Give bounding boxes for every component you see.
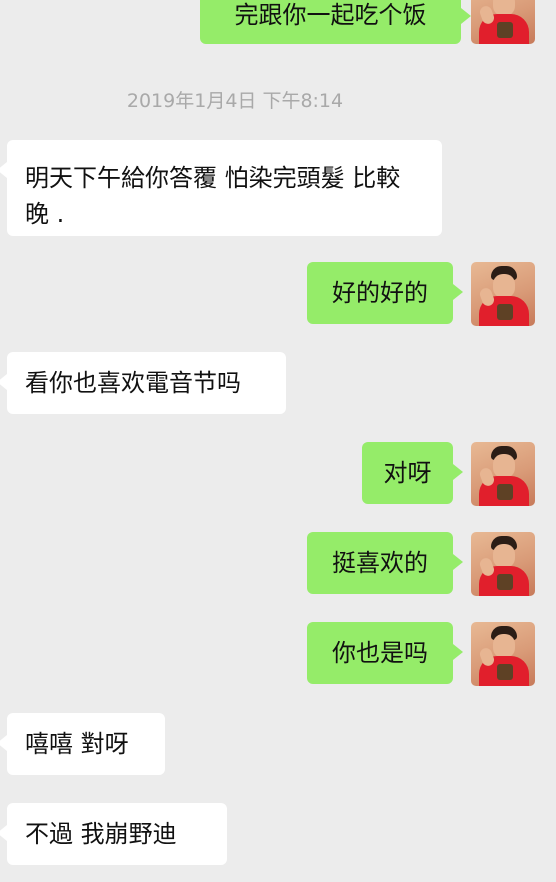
- message-text: 挺喜欢的: [332, 549, 428, 577]
- message-text: 好的好的: [332, 279, 428, 307]
- user-avatar[interactable]: [471, 622, 535, 686]
- message-text: 看你也喜欢電音节吗: [25, 369, 241, 397]
- avatar-face: [493, 634, 515, 658]
- incoming-message[interactable]: 明天下午給你答覆 怕染完頭髮 比較晚 .: [0, 140, 442, 236]
- outgoing-message[interactable]: 完跟你一起吃个饭: [200, 0, 471, 44]
- avatar-shirt-print: [497, 484, 513, 500]
- avatar-face: [493, 274, 515, 298]
- outgoing-message[interactable]: 你也是吗: [307, 622, 463, 684]
- incoming-message[interactable]: 看你也喜欢電音节吗: [0, 352, 286, 414]
- message-text: 明天下午給你答覆 怕染完頭髮 比較晚 .: [25, 164, 401, 228]
- message-text: 完跟你一起吃个饭: [234, 1, 427, 29]
- avatar-shirt-print: [497, 574, 513, 590]
- chat-window[interactable]: 完跟你一起吃个饭 2019年1月4日 下午8:14 明天下午給你答覆 怕染完頭髮…: [0, 0, 556, 882]
- message-timestamp: 2019年1月4日 下午8:14: [126, 90, 344, 112]
- outgoing-message[interactable]: 对呀: [362, 442, 463, 504]
- message-text: 不過 我崩野迪: [25, 820, 177, 848]
- user-avatar[interactable]: [471, 262, 535, 326]
- avatar-shirt-print: [497, 304, 513, 320]
- avatar-shirt-print: [497, 22, 513, 38]
- avatar-face: [493, 454, 515, 478]
- message-text: 你也是吗: [332, 639, 428, 667]
- user-avatar[interactable]: [471, 442, 535, 506]
- incoming-message[interactable]: 不過 我崩野迪: [0, 803, 227, 865]
- incoming-message[interactable]: 嘻嘻 對呀: [0, 713, 165, 775]
- message-text: 对呀: [383, 459, 432, 487]
- avatar-face: [493, 544, 515, 568]
- user-avatar[interactable]: [471, 532, 535, 596]
- message-text: 嘻嘻 對呀: [25, 730, 129, 758]
- user-avatar[interactable]: [471, 0, 535, 44]
- outgoing-message[interactable]: 挺喜欢的: [307, 532, 463, 594]
- avatar-shirt-print: [497, 664, 513, 680]
- outgoing-message[interactable]: 好的好的: [307, 262, 463, 324]
